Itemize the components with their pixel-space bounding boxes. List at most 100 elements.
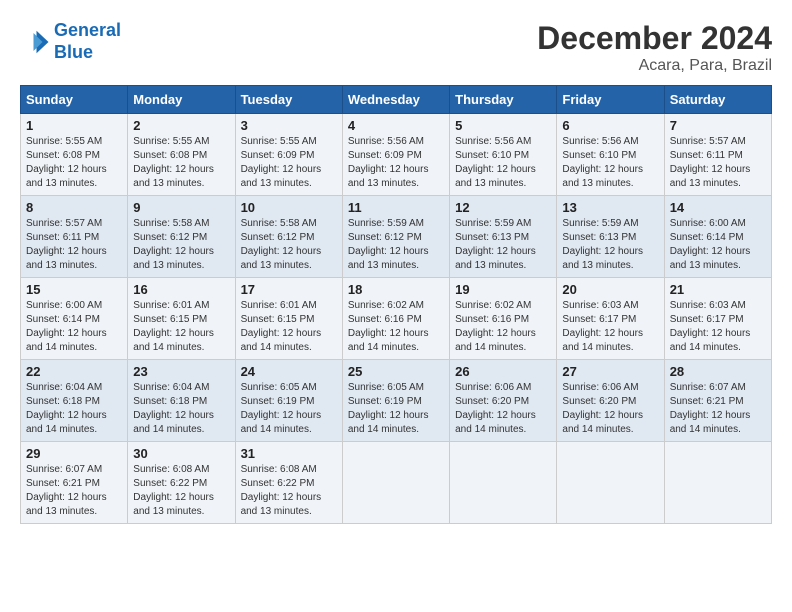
logo-line1: General — [54, 20, 121, 40]
day-info: Sunrise: 5:56 AMSunset: 6:09 PMDaylight:… — [348, 135, 444, 191]
calendar-cell: 19 Sunrise: 6:02 AMSunset: 6:16 PMDayligh… — [450, 278, 557, 360]
calendar-cell: 11 Sunrise: 5:59 AMSunset: 6:12 PMDayligh… — [342, 196, 449, 278]
calendar-week-row: 22 Sunrise: 6:04 AMSunset: 6:18 PMDayligh… — [21, 360, 772, 442]
day-number: 17 — [241, 282, 337, 297]
day-number: 28 — [670, 364, 766, 379]
calendar-cell: 27 Sunrise: 6:06 AMSunset: 6:20 PMDayligh… — [557, 360, 664, 442]
calendar-cell: 29Sunrise: 6:07 AMSunset: 6:21 PMDayligh… — [21, 442, 128, 524]
day-number: 26 — [455, 364, 551, 379]
weekday-header-row: SundayMondayTuesdayWednesdayThursdayFrid… — [21, 86, 772, 114]
calendar-cell: 14 Sunrise: 6:00 AMSunset: 6:14 PMDayligh… — [664, 196, 771, 278]
day-info: Sunrise: 6:02 AMSunset: 6:16 PMDaylight:… — [455, 299, 551, 355]
day-number: 15 — [26, 282, 122, 297]
day-number: 25 — [348, 364, 444, 379]
calendar-cell: 8Sunrise: 5:57 AMSunset: 6:11 PMDaylight… — [21, 196, 128, 278]
day-number: 30 — [133, 446, 229, 461]
calendar-cell: 4 Sunrise: 5:56 AMSunset: 6:09 PMDaylight… — [342, 114, 449, 196]
logo-icon — [20, 27, 50, 57]
day-number: 20 — [562, 282, 658, 297]
calendar-week-row: 29Sunrise: 6:07 AMSunset: 6:21 PMDayligh… — [21, 442, 772, 524]
weekday-header-friday: Friday — [557, 86, 664, 114]
day-info: Sunrise: 5:55 AMSunset: 6:09 PMDaylight:… — [241, 135, 337, 191]
logo-text: General Blue — [54, 20, 121, 63]
calendar-table: SundayMondayTuesdayWednesdayThursdayFrid… — [20, 85, 772, 524]
day-info: Sunrise: 6:08 AMSunset: 6:22 PMDaylight:… — [133, 463, 229, 519]
day-info: Sunrise: 5:55 AMSunset: 6:08 PMDaylight:… — [133, 135, 229, 191]
weekday-header-monday: Monday — [128, 86, 235, 114]
day-info: Sunrise: 6:04 AMSunset: 6:18 PMDaylight:… — [26, 381, 122, 437]
calendar-cell: 28 Sunrise: 6:07 AMSunset: 6:21 PMDayligh… — [664, 360, 771, 442]
calendar-cell: 1Sunrise: 5:55 AMSunset: 6:08 PMDaylight… — [21, 114, 128, 196]
day-number: 14 — [670, 200, 766, 215]
calendar-week-row: 8Sunrise: 5:57 AMSunset: 6:11 PMDaylight… — [21, 196, 772, 278]
day-info: Sunrise: 6:01 AMSunset: 6:15 PMDaylight:… — [133, 299, 229, 355]
location: Acara, Para, Brazil — [537, 57, 772, 75]
calendar-cell: 5Sunrise: 5:56 AMSunset: 6:10 PMDaylight… — [450, 114, 557, 196]
day-number: 24 — [241, 364, 337, 379]
day-info: Sunrise: 5:59 AMSunset: 6:13 PMDaylight:… — [562, 217, 658, 273]
day-number: 23 — [133, 364, 229, 379]
calendar-cell: 25Sunrise: 6:05 AMSunset: 6:19 PMDayligh… — [342, 360, 449, 442]
day-number: 31 — [241, 446, 337, 461]
day-info: Sunrise: 5:59 AMSunset: 6:12 PMDaylight:… — [348, 217, 444, 273]
calendar-cell: 22 Sunrise: 6:04 AMSunset: 6:18 PMDayligh… — [21, 360, 128, 442]
calendar-cell — [450, 442, 557, 524]
calendar-cell: 9 Sunrise: 5:58 AMSunset: 6:12 PMDaylight… — [128, 196, 235, 278]
day-number: 8 — [26, 200, 122, 215]
day-info: Sunrise: 5:58 AMSunset: 6:12 PMDaylight:… — [241, 217, 337, 273]
calendar-cell: 7 Sunrise: 5:57 AMSunset: 6:11 PMDaylight… — [664, 114, 771, 196]
day-info: Sunrise: 6:05 AMSunset: 6:19 PMDaylight:… — [241, 381, 337, 437]
calendar-week-row: 1Sunrise: 5:55 AMSunset: 6:08 PMDaylight… — [21, 114, 772, 196]
day-number: 7 — [670, 118, 766, 133]
day-info: Sunrise: 5:58 AMSunset: 6:12 PMDaylight:… — [133, 217, 229, 273]
calendar-cell: 17 Sunrise: 6:01 AMSunset: 6:15 PMDayligh… — [235, 278, 342, 360]
day-number: 6 — [562, 118, 658, 133]
day-info: Sunrise: 6:07 AMSunset: 6:21 PMDaylight:… — [26, 463, 122, 519]
day-number: 11 — [348, 200, 444, 215]
calendar-cell: 24 Sunrise: 6:05 AMSunset: 6:19 PMDayligh… — [235, 360, 342, 442]
day-info: Sunrise: 5:57 AMSunset: 6:11 PMDaylight:… — [670, 135, 766, 191]
day-info: Sunrise: 6:03 AMSunset: 6:17 PMDaylight:… — [562, 299, 658, 355]
calendar-cell: 16Sunrise: 6:01 AMSunset: 6:15 PMDayligh… — [128, 278, 235, 360]
day-info: Sunrise: 5:55 AMSunset: 6:08 PMDaylight:… — [26, 135, 122, 191]
day-number: 13 — [562, 200, 658, 215]
calendar-cell: 12Sunrise: 5:59 AMSunset: 6:13 PMDayligh… — [450, 196, 557, 278]
calendar-cell: 2 Sunrise: 5:55 AMSunset: 6:08 PMDaylight… — [128, 114, 235, 196]
day-info: Sunrise: 6:07 AMSunset: 6:21 PMDaylight:… — [670, 381, 766, 437]
day-number: 19 — [455, 282, 551, 297]
day-number: 4 — [348, 118, 444, 133]
weekday-header-wednesday: Wednesday — [342, 86, 449, 114]
day-number: 9 — [133, 200, 229, 215]
day-number: 18 — [348, 282, 444, 297]
day-info: Sunrise: 6:01 AMSunset: 6:15 PMDaylight:… — [241, 299, 337, 355]
day-info: Sunrise: 5:56 AMSunset: 6:10 PMDaylight:… — [562, 135, 658, 191]
title-block: December 2024 Acara, Para, Brazil — [537, 20, 772, 75]
calendar-cell — [664, 442, 771, 524]
day-info: Sunrise: 6:04 AMSunset: 6:18 PMDaylight:… — [133, 381, 229, 437]
calendar-cell — [342, 442, 449, 524]
day-info: Sunrise: 6:03 AMSunset: 6:17 PMDaylight:… — [670, 299, 766, 355]
day-info: Sunrise: 6:06 AMSunset: 6:20 PMDaylight:… — [455, 381, 551, 437]
logo-line2: Blue — [54, 42, 121, 64]
day-number: 10 — [241, 200, 337, 215]
day-info: Sunrise: 6:00 AMSunset: 6:14 PMDaylight:… — [26, 299, 122, 355]
day-info: Sunrise: 6:02 AMSunset: 6:16 PMDaylight:… — [348, 299, 444, 355]
calendar-cell: 31Sunrise: 6:08 AMSunset: 6:22 PMDayligh… — [235, 442, 342, 524]
day-number: 2 — [133, 118, 229, 133]
day-info: Sunrise: 6:00 AMSunset: 6:14 PMDaylight:… — [670, 217, 766, 273]
calendar-cell: 15 Sunrise: 6:00 AMSunset: 6:14 PMDayligh… — [21, 278, 128, 360]
calendar-week-row: 15 Sunrise: 6:00 AMSunset: 6:14 PMDayligh… — [21, 278, 772, 360]
day-number: 21 — [670, 282, 766, 297]
calendar-cell: 13 Sunrise: 5:59 AMSunset: 6:13 PMDayligh… — [557, 196, 664, 278]
weekday-header-saturday: Saturday — [664, 86, 771, 114]
calendar-cell — [557, 442, 664, 524]
day-info: Sunrise: 6:06 AMSunset: 6:20 PMDaylight:… — [562, 381, 658, 437]
calendar-cell: 21 Sunrise: 6:03 AMSunset: 6:17 PMDayligh… — [664, 278, 771, 360]
calendar-cell: 20 Sunrise: 6:03 AMSunset: 6:17 PMDayligh… — [557, 278, 664, 360]
weekday-header-thursday: Thursday — [450, 86, 557, 114]
day-number: 27 — [562, 364, 658, 379]
day-number: 22 — [26, 364, 122, 379]
calendar-cell: 6 Sunrise: 5:56 AMSunset: 6:10 PMDaylight… — [557, 114, 664, 196]
calendar-cell: 26 Sunrise: 6:06 AMSunset: 6:20 PMDayligh… — [450, 360, 557, 442]
day-number: 5 — [455, 118, 551, 133]
